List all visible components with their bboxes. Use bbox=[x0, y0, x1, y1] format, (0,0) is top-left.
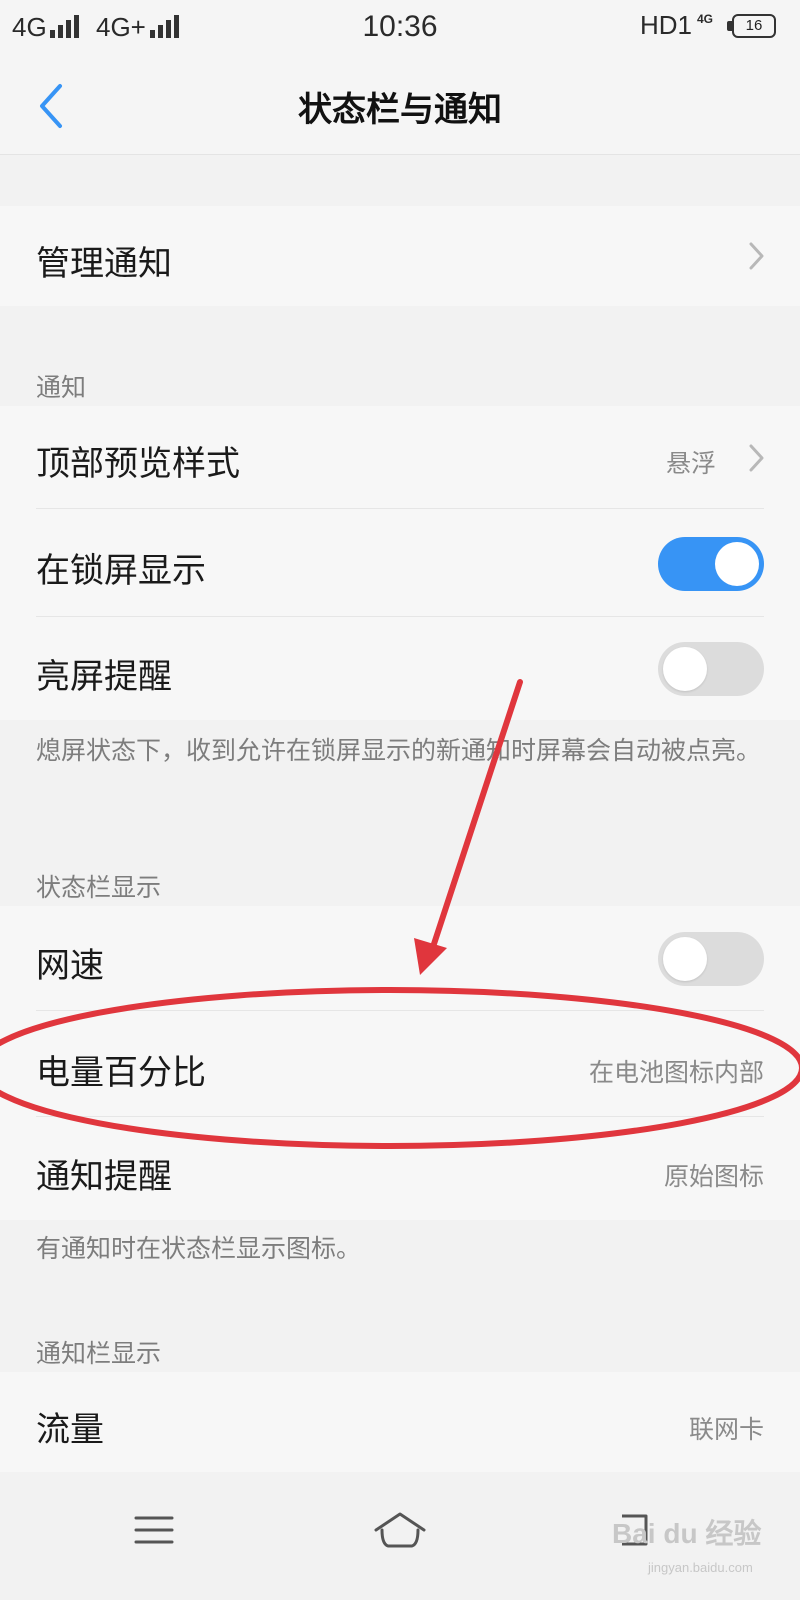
wake-screen-description: 熄屏状态下，收到允许在锁屏显示的新通知时屏幕会自动被点亮。 bbox=[36, 736, 762, 765]
lock-screen-display-toggle[interactable] bbox=[658, 537, 764, 591]
battery-percentage-row[interactable]: 电量百分比 在电池图标内部 bbox=[0, 1011, 800, 1115]
section-header-notification-bar: 通知栏显示 bbox=[36, 1339, 162, 1368]
section-header-status-bar: 状态栏显示 bbox=[36, 873, 162, 902]
wake-screen-reminder-toggle[interactable] bbox=[658, 642, 764, 696]
top-preview-style-row[interactable]: 顶部预览样式 悬浮 bbox=[0, 406, 800, 508]
chevron-right-icon bbox=[749, 444, 764, 472]
menu-icon[interactable] bbox=[134, 1510, 174, 1550]
notification-reminder-value: 原始图标 bbox=[663, 1162, 764, 1191]
network-type-label: 4G bbox=[697, 12, 714, 26]
network-speed-row: 网速 bbox=[0, 906, 800, 1010]
wake-screen-reminder-row: 亮屏提醒 bbox=[0, 617, 800, 720]
manage-notifications-label: 管理通知 bbox=[36, 244, 172, 284]
battery-icon: 16 bbox=[732, 14, 776, 38]
notification-reminder-description: 有通知时在状态栏显示图标。 bbox=[36, 1234, 362, 1263]
notification-card: 顶部预览样式 悬浮 在锁屏显示 亮屏提醒 bbox=[0, 406, 800, 720]
hd-label: HD1 bbox=[640, 10, 693, 40]
data-usage-value: 联网卡 bbox=[688, 1415, 764, 1444]
data-usage-row[interactable]: 流量 联网卡 bbox=[0, 1372, 800, 1472]
chevron-right-icon bbox=[749, 242, 764, 270]
lock-screen-display-row: 在锁屏显示 bbox=[0, 509, 800, 615]
top-preview-style-label: 顶部预览样式 bbox=[36, 444, 240, 484]
toggle-knob bbox=[663, 937, 707, 981]
status-bar-card: 网速 电量百分比 在电池图标内部 通知提醒 原始图标 bbox=[0, 906, 800, 1220]
top-preview-style-value: 悬浮 bbox=[665, 449, 716, 478]
toggle-knob bbox=[715, 542, 759, 586]
notification-reminder-label: 通知提醒 bbox=[36, 1157, 172, 1197]
battery-percentage-value: 在电池图标内部 bbox=[588, 1058, 764, 1087]
section-header-notification: 通知 bbox=[36, 373, 87, 402]
battery-percentage-label: 电量百分比 bbox=[36, 1053, 206, 1093]
watermark-url: jingyan.baidu.com bbox=[648, 1560, 753, 1575]
notification-reminder-row[interactable]: 通知提醒 原始图标 bbox=[0, 1117, 800, 1220]
network-speed-toggle[interactable] bbox=[658, 932, 764, 986]
manage-notifications-card: 管理通知 bbox=[0, 206, 800, 306]
home-icon[interactable] bbox=[372, 1510, 428, 1550]
page-title: 状态栏与通知 bbox=[298, 90, 502, 130]
lock-screen-display-label: 在锁屏显示 bbox=[36, 551, 206, 591]
wake-screen-reminder-label: 亮屏提醒 bbox=[36, 657, 172, 697]
manage-notifications-row[interactable]: 管理通知 bbox=[0, 206, 800, 306]
status-bar: 4G 4G+ 10:36 HD1 4G 16 bbox=[0, 0, 800, 56]
toggle-knob bbox=[663, 647, 707, 691]
network-speed-label: 网速 bbox=[36, 946, 104, 986]
data-usage-label: 流量 bbox=[36, 1410, 104, 1450]
app-header: 状态栏与通知 bbox=[0, 56, 800, 155]
notification-bar-card: 流量 联网卡 bbox=[0, 1372, 800, 1472]
watermark-logo: Bai du 经验 bbox=[612, 1518, 762, 1549]
